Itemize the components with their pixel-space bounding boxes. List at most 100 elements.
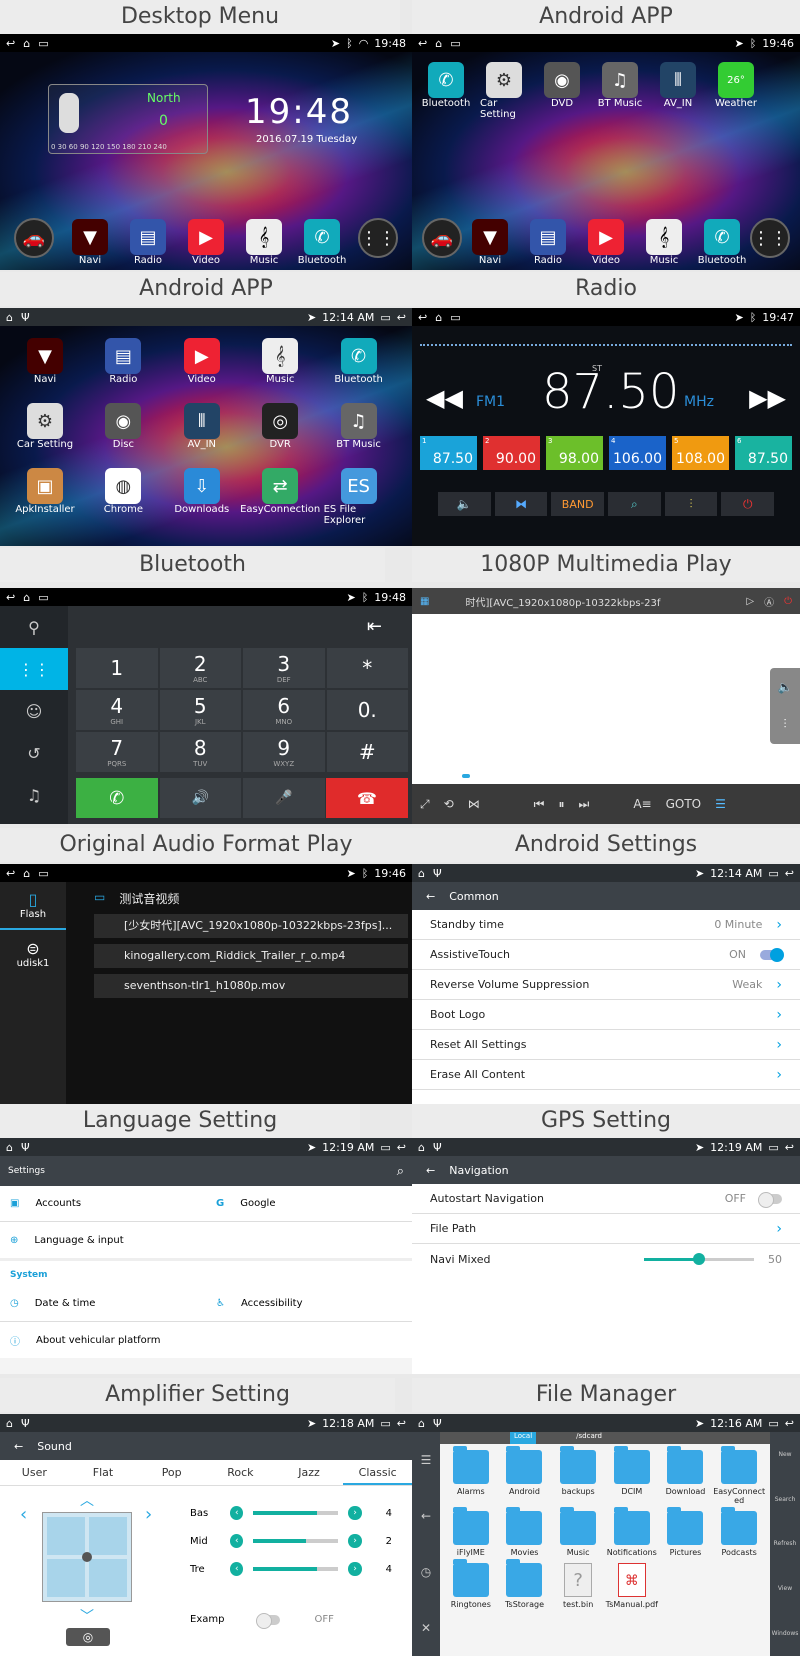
preset-tab[interactable]: User xyxy=(0,1460,69,1485)
back-icon[interactable]: ↩ xyxy=(785,1141,794,1154)
back-arrow-icon[interactable]: ← xyxy=(14,1440,23,1453)
back-icon[interactable]: ↩ xyxy=(6,867,15,880)
flash-source[interactable]: ▯ Flash xyxy=(0,882,66,930)
hangup-button[interactable]: ☎ xyxy=(326,778,408,818)
recent-icon[interactable]: ▭ xyxy=(38,867,48,880)
preset-button[interactable]: 2 90.00 xyxy=(483,436,540,470)
app-item[interactable]: ▤ Radio xyxy=(88,338,158,385)
plus-icon[interactable]: › xyxy=(348,1534,362,1548)
app-item[interactable]: ▶ Video xyxy=(167,338,237,385)
play-icon[interactable]: ▷ xyxy=(746,596,754,607)
settings-row[interactable]: Reverse Volume Suppression Weak › xyxy=(412,970,800,1000)
music-icon[interactable]: ♫ xyxy=(0,774,68,816)
app-item[interactable]: ⚙ Car Setting xyxy=(10,403,80,450)
list-icon[interactable]: ☰ xyxy=(715,797,726,811)
speed-widget[interactable]: North 0 0 30 60 90 120 150 180 210 240 xyxy=(48,84,208,154)
home-icon[interactable]: ⌂ xyxy=(6,1141,13,1154)
file-item[interactable]: Notifications xyxy=(605,1507,659,1557)
dial-key[interactable]: 8 TUV xyxy=(159,732,241,772)
dock-radio[interactable]: ▤ Radio xyxy=(524,219,572,266)
preset-tab[interactable]: Classic xyxy=(343,1460,412,1485)
plus-icon[interactable]: › xyxy=(348,1506,362,1520)
app-item[interactable]: ◎ DVR xyxy=(245,403,315,450)
recent-icon[interactable]: ▭ xyxy=(450,311,460,324)
back-icon[interactable]: ↩ xyxy=(397,1417,406,1430)
preset-button[interactable]: 1 87.50 xyxy=(420,436,477,470)
dial-key[interactable]: # xyxy=(326,732,408,772)
back-arrow-icon[interactable]: ← xyxy=(426,1164,435,1177)
file-item[interactable]: Pictures xyxy=(659,1507,713,1557)
recent-icon[interactable]: ▭ xyxy=(450,37,460,50)
dock-video[interactable]: ▶ Video xyxy=(182,219,230,266)
back-arrow-icon[interactable]: ← xyxy=(426,890,435,903)
folder-row[interactable]: ▭ 测试音视频 xyxy=(94,890,179,907)
file-item[interactable]: Music xyxy=(551,1507,605,1557)
bowtie-icon[interactable]: ⋈ xyxy=(468,797,480,811)
a-icon[interactable]: Ⓐ xyxy=(764,594,774,609)
language-item[interactable]: ⊕ Language & input xyxy=(0,1222,206,1258)
dialpad-icon[interactable]: ⋮⋮ xyxy=(0,648,68,690)
tuning-scale[interactable] xyxy=(420,344,792,346)
back-icon[interactable]: ↩ xyxy=(397,311,406,324)
fm-action[interactable]: Windows xyxy=(772,1630,799,1637)
fm-action[interactable]: View xyxy=(778,1585,792,1592)
eq-icon[interactable]: ⫶ xyxy=(783,717,786,732)
dial-key[interactable]: 5 JKL xyxy=(159,690,241,730)
power-icon[interactable]: ⏻ xyxy=(721,492,775,516)
navi-mixed-slider[interactable] xyxy=(644,1252,754,1265)
dial-key[interactable]: 2 ABC xyxy=(159,648,241,688)
dock-music[interactable]: 𝄞 Music xyxy=(640,219,688,266)
link-icon[interactable]: ⚲ xyxy=(0,606,68,648)
dock-music[interactable]: 𝄞 Music xyxy=(240,219,288,266)
slider-knob[interactable] xyxy=(693,1252,705,1265)
app-dvd[interactable]: ◉ DVD xyxy=(538,62,586,120)
eq-slider[interactable] xyxy=(253,1567,339,1571)
recent-icon[interactable]: ▭ xyxy=(38,37,48,50)
back-icon[interactable]: ↩ xyxy=(785,1417,794,1430)
fm-action[interactable]: Refresh xyxy=(774,1540,797,1547)
recent-icon[interactable]: ▭ xyxy=(380,311,390,324)
recent-icon[interactable]: ▭ xyxy=(768,1141,778,1154)
search-icon[interactable]: ⌕ xyxy=(397,1164,404,1179)
preset-button[interactable]: 3 98.00 xyxy=(546,436,603,470)
file-item[interactable]: EasyConnected xyxy=(712,1446,766,1505)
minus-icon[interactable]: ‹ xyxy=(230,1534,244,1548)
app-item[interactable]: ◉ Disc xyxy=(88,403,158,450)
balance-point[interactable] xyxy=(82,1552,92,1562)
about-item[interactable]: ⓘ About vehicular platform xyxy=(0,1322,206,1358)
dock-bluetooth[interactable]: ✆ Bluetooth xyxy=(698,219,746,266)
autostart-row[interactable]: Autostart Navigation OFF xyxy=(412,1184,800,1214)
date-time-item[interactable]: ◷ Date & time xyxy=(0,1286,206,1322)
accounts-item[interactable]: ▣ Accounts xyxy=(0,1186,206,1222)
file-item[interactable]: iFlyIME xyxy=(444,1507,498,1557)
dock-video[interactable]: ▶ Video xyxy=(582,219,630,266)
subtitle-icon[interactable]: A≡ xyxy=(633,797,651,811)
home-icon[interactable]: ⌂ xyxy=(23,867,30,880)
fm-action[interactable]: Search xyxy=(775,1496,796,1503)
prev-icon[interactable]: ⏮ xyxy=(534,797,545,812)
udisk-source[interactable]: ⊜ udisk1 xyxy=(0,930,66,978)
dock-navi[interactable]: ▼ Navi xyxy=(466,219,514,266)
close-icon[interactable]: ✕ xyxy=(421,1621,431,1635)
app-av-in[interactable]: ⫴ AV_IN xyxy=(654,62,702,120)
preset-tab[interactable]: Flat xyxy=(69,1460,138,1485)
menu-icon[interactable]: ☰ xyxy=(421,1453,432,1467)
recent-icon[interactable]: ▭ xyxy=(768,1417,778,1430)
back-icon[interactable]: ↩ xyxy=(418,311,427,324)
file-path-row[interactable]: File Path › xyxy=(412,1214,800,1244)
recent-icon[interactable]: ▭ xyxy=(38,591,48,604)
app-bt-music[interactable]: ♫ BT Music xyxy=(596,62,644,120)
history-icon[interactable]: ◷ xyxy=(421,1565,431,1579)
mute-mic-icon[interactable]: 🎤 xyxy=(243,778,325,818)
local-tab[interactable]: Local xyxy=(510,1432,537,1444)
dock-radio[interactable]: ▤ Radio xyxy=(124,219,172,266)
back-icon[interactable]: ↩ xyxy=(418,37,427,50)
file-item[interactable]: Ringtones xyxy=(444,1559,498,1609)
minus-icon[interactable]: ‹ xyxy=(230,1506,244,1520)
back-icon[interactable]: ↩ xyxy=(397,1141,406,1154)
home-icon[interactable]: ⌂ xyxy=(6,311,13,324)
recent-icon[interactable]: ▭ xyxy=(380,1141,390,1154)
settings-row[interactable]: Standby time 0 Minute › xyxy=(412,910,800,940)
file-item[interactable]: TsStorage xyxy=(498,1559,552,1609)
up-arrow-icon[interactable]: ︿ xyxy=(80,1490,94,1510)
